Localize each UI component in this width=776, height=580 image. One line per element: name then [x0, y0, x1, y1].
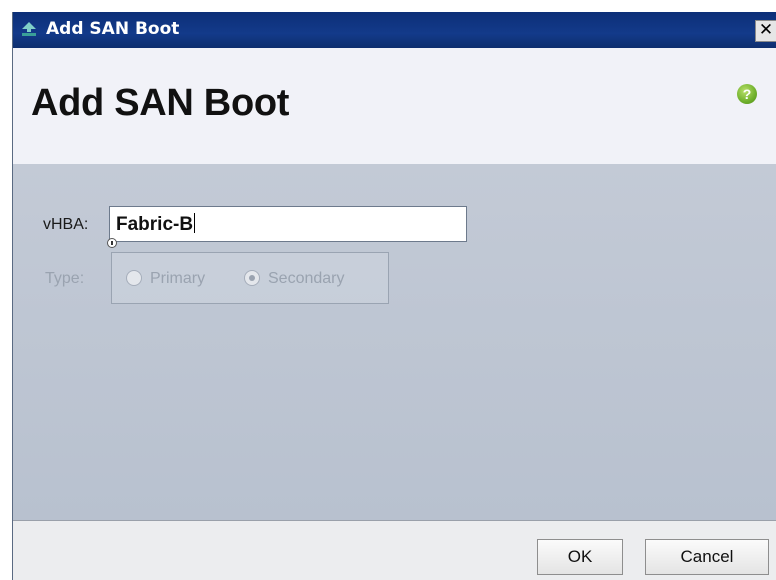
- vhba-label: vHBA:: [43, 216, 89, 233]
- ok-button[interactable]: OK: [537, 539, 623, 575]
- vhba-input[interactable]: Fabric-B: [109, 206, 467, 242]
- radio-primary-dot: [126, 270, 142, 286]
- button-bar: OK Cancel: [13, 520, 776, 580]
- type-radio-group: Primary Secondary: [111, 252, 389, 304]
- page-title: Add SAN Boot: [31, 82, 290, 124]
- type-label: Type:: [45, 270, 85, 287]
- window-title: Add SAN Boot: [46, 19, 180, 39]
- title-bar[interactable]: Add SAN Boot ✕: [13, 12, 776, 48]
- vhba-input-value: Fabric-B: [116, 214, 194, 235]
- field-anchor-icon: [107, 238, 117, 248]
- add-san-boot-dialog: Add SAN Boot ✕ Add SAN Boot ? vHBA: Fabr…: [12, 12, 776, 580]
- radio-primary[interactable]: Primary: [126, 269, 226, 289]
- radio-secondary-dot: [244, 270, 260, 286]
- close-button[interactable]: ✕: [755, 20, 776, 42]
- help-icon[interactable]: ?: [737, 84, 757, 104]
- text-caret: [194, 213, 196, 233]
- radio-secondary[interactable]: Secondary: [244, 269, 374, 289]
- cancel-button[interactable]: Cancel: [645, 539, 769, 575]
- app-icon: [22, 22, 36, 36]
- radio-primary-label: Primary: [150, 270, 206, 287]
- radio-secondary-label: Secondary: [268, 270, 345, 287]
- form-panel: vHBA: Fabric-B Type: Primary Secondary: [13, 164, 776, 520]
- header-panel: Add SAN Boot ?: [13, 48, 776, 164]
